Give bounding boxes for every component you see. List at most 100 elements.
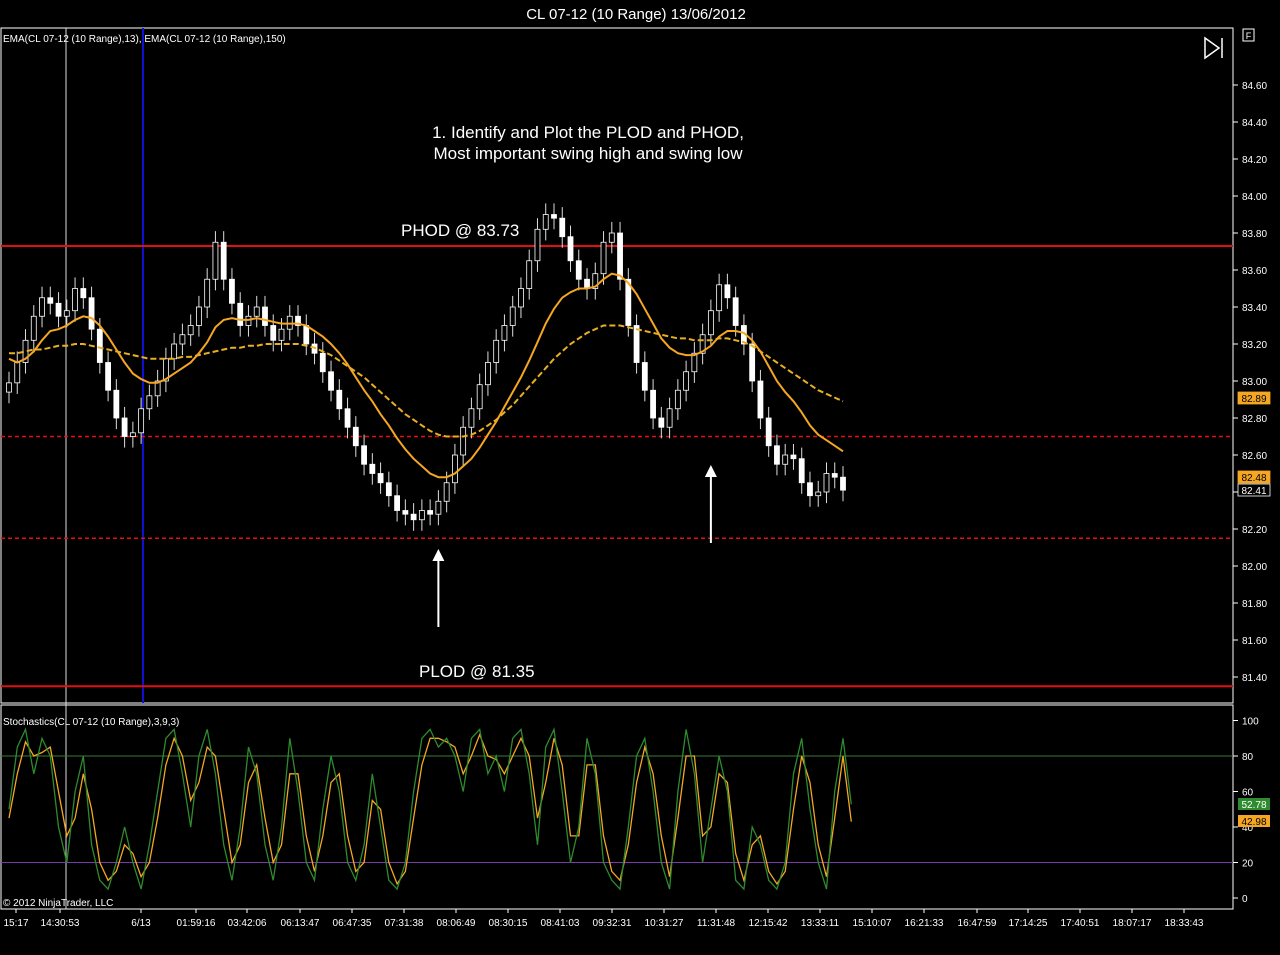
candle-body <box>658 417 665 428</box>
candle-body <box>96 328 103 363</box>
candle-body <box>418 510 425 521</box>
x-tick-label: 13:33:11 <box>801 918 840 929</box>
candle-body <box>377 473 384 484</box>
price-tick-label: 84.00 <box>1242 192 1267 203</box>
stoch-tick-label: 80 <box>1242 752 1254 763</box>
candle-body <box>336 389 343 410</box>
stoch-indicator-label: Stochastics(CL 07-12 (10 Range),3,9,3) <box>3 717 179 728</box>
candle-body <box>146 395 153 410</box>
candle-body <box>798 458 805 484</box>
x-tick-label: 10:31:27 <box>645 918 684 929</box>
candle-body <box>674 389 681 410</box>
candle-body <box>575 260 582 280</box>
candle-body <box>559 217 566 238</box>
x-tick-label: 18:07:17 <box>1113 918 1152 929</box>
candle-body <box>633 325 640 363</box>
candle-body <box>229 278 235 304</box>
price-badge-label: 82.41 <box>1241 486 1266 497</box>
candle-body <box>815 491 822 497</box>
x-tick-label: 12:15:42 <box>749 918 788 929</box>
price-tick-label: 82.20 <box>1242 525 1267 536</box>
candle-body <box>402 510 409 515</box>
candle-body <box>270 325 277 341</box>
candle-body <box>427 510 434 515</box>
price-tick-label: 83.40 <box>1242 303 1267 314</box>
candle-body <box>30 315 37 341</box>
candle-body <box>485 362 491 386</box>
candle-body <box>204 278 211 308</box>
candle-body <box>790 454 797 460</box>
candle-body <box>501 325 508 341</box>
candle-body <box>253 306 260 317</box>
candle-body <box>113 389 120 419</box>
candle-body <box>14 362 21 384</box>
candle-body <box>782 454 789 465</box>
svg-text:F: F <box>1246 31 1252 41</box>
chart-canvas: CL 07-12 (10 Range) 13/06/2012 EMA(CL 07… <box>0 0 1280 955</box>
candle-body <box>39 297 45 317</box>
x-tick-label: 15:10:07 <box>853 918 892 929</box>
candle-body <box>716 284 723 312</box>
stoch-badge-label: 52.78 <box>1241 800 1266 811</box>
candle-body <box>129 432 136 437</box>
x-tick-label: 6/13 <box>131 918 151 929</box>
candle-body <box>567 236 574 262</box>
x-tick-label: 09:32:31 <box>593 918 632 929</box>
price-tick-label: 82.60 <box>1242 451 1267 462</box>
candle-body <box>460 426 467 456</box>
x-tick-label: 03:42:06 <box>228 918 267 929</box>
price-tick-label: 84.20 <box>1242 155 1267 166</box>
x-tick-label: 16:47:59 <box>958 918 997 929</box>
candle-body <box>212 241 219 280</box>
candle-body <box>80 288 87 299</box>
candle-body <box>410 513 417 521</box>
candle-body <box>468 408 475 428</box>
candle-body <box>6 382 12 393</box>
price-tick-label: 81.80 <box>1242 599 1267 610</box>
candle-body <box>394 495 400 511</box>
candle-body <box>534 228 541 262</box>
price-tick-label: 84.40 <box>1242 118 1267 129</box>
candle-body <box>278 328 285 341</box>
candle-body <box>88 297 95 330</box>
candle-body <box>666 408 673 428</box>
candle-body <box>179 334 186 345</box>
candle-body <box>452 454 458 484</box>
candle-body <box>650 389 656 419</box>
x-tick-label: 08:06:49 <box>437 918 476 929</box>
candle-body <box>518 288 524 308</box>
candle-body <box>608 232 615 243</box>
candle-body <box>220 241 227 280</box>
stoch-tick-label: 20 <box>1242 859 1254 870</box>
price-tick-label: 82.00 <box>1242 562 1267 573</box>
phod-label: PHOD @ 83.73 <box>401 221 519 240</box>
candle-body <box>749 343 756 382</box>
candle-body <box>196 306 202 326</box>
stoch-tick-label: 60 <box>1242 788 1254 799</box>
candle-body <box>171 343 178 360</box>
candle-body <box>55 302 62 317</box>
candle-body <box>319 352 326 373</box>
price-tick-label: 82.80 <box>1242 414 1267 425</box>
stoch-badge-label: 42.98 <box>1241 817 1266 828</box>
candle-body <box>551 214 557 219</box>
candle-body <box>732 297 739 326</box>
x-tick-label: 06:47:35 <box>333 918 372 929</box>
candle-body <box>262 306 268 326</box>
candle-body <box>361 445 367 465</box>
copyright-label: © 2012 NinjaTrader, LLC <box>3 898 113 909</box>
x-tick-label: 16:21:33 <box>905 918 944 929</box>
candle-body <box>765 417 772 447</box>
price-tick-label: 83.20 <box>1242 340 1267 351</box>
plod-label: PLOD @ 81.35 <box>419 662 535 681</box>
candle-body <box>328 371 334 391</box>
price-badge-label: 82.48 <box>1241 473 1266 484</box>
candle-body <box>509 306 516 326</box>
f-button[interactable]: F <box>1242 28 1255 42</box>
x-tick-label: 07:31:38 <box>385 918 424 929</box>
candle-body <box>476 384 483 410</box>
price-indicator-label: EMA(CL 07-12 (10 Range),13), EMA(CL 07-1… <box>3 34 286 45</box>
candle-body <box>63 310 70 317</box>
candle-body <box>47 297 54 304</box>
x-tick-label: 14:30:53 <box>41 918 80 929</box>
